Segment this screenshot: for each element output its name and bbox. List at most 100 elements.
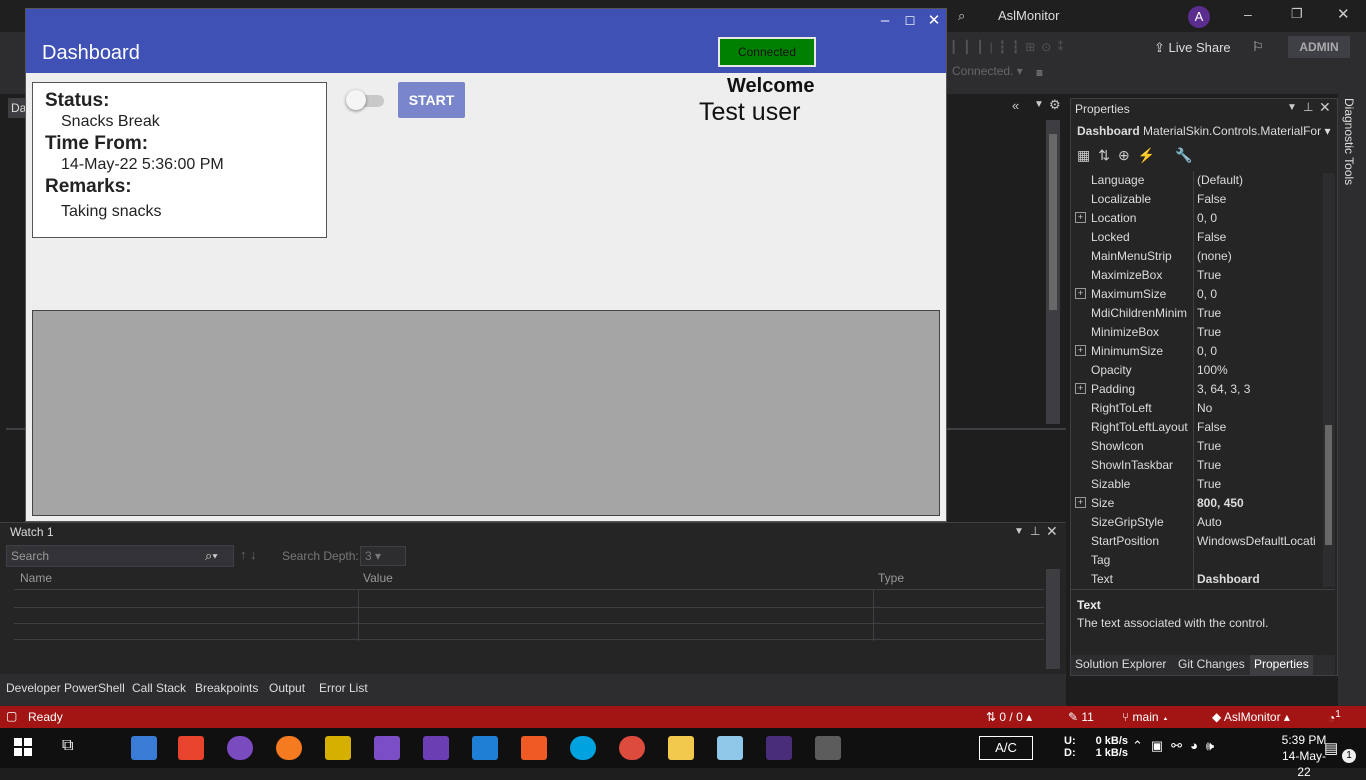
property-row[interactable]: Locked False xyxy=(1071,228,1323,247)
property-row[interactable]: MainMenuStrip (none) xyxy=(1071,247,1323,266)
dropdown-icon[interactable]: ▼ xyxy=(1034,99,1044,110)
property-value[interactable]: WindowsDefaultLocati xyxy=(1197,534,1321,548)
app-terminal-icon[interactable] xyxy=(766,736,792,760)
dash-close-icon[interactable]: ✕ xyxy=(923,11,945,31)
feedback-icon[interactable]: ⚐ xyxy=(1252,39,1264,55)
app-visual-studio-2-icon[interactable] xyxy=(423,736,449,760)
status-pencil[interactable]: ✎ 11 xyxy=(1068,710,1094,724)
property-row[interactable]: Localizable False xyxy=(1071,190,1323,209)
collapse-icon[interactable]: « xyxy=(1012,98,1019,113)
tab-diagnostic-tools[interactable]: Diagnostic Tools xyxy=(1342,98,1356,185)
status-changes[interactable]: ⇅ 0 / 0 ▴ xyxy=(986,710,1032,724)
property-value[interactable]: True xyxy=(1197,439,1321,453)
task-view-icon[interactable]: ⧉ xyxy=(62,737,73,755)
tab-output[interactable]: Output xyxy=(269,681,305,695)
property-row[interactable]: + Location 0, 0 xyxy=(1071,209,1323,228)
app-file-explorer-icon[interactable] xyxy=(668,736,694,760)
close-icon[interactable]: ✕ xyxy=(1337,5,1350,23)
tab-properties[interactable]: Properties xyxy=(1250,655,1313,675)
property-value[interactable]: True xyxy=(1197,268,1321,282)
settings-gear-icon[interactable]: ⚙ xyxy=(1049,97,1061,113)
notification-bell[interactable]: ◔1 xyxy=(1328,709,1341,725)
col-value[interactable]: Value xyxy=(363,571,393,585)
app-notes-icon[interactable] xyxy=(717,736,743,760)
minimize-icon[interactable]: – xyxy=(1244,6,1252,22)
property-value[interactable]: 3, 64, 3, 3 xyxy=(1197,382,1321,396)
properties-pin-icon[interactable]: ⊥ xyxy=(1303,100,1313,114)
property-value[interactable]: True xyxy=(1197,477,1321,491)
property-value[interactable]: True xyxy=(1197,458,1321,472)
app-chrome-icon[interactable] xyxy=(619,736,645,760)
tab-git-changes[interactable]: Git Changes xyxy=(1178,657,1245,671)
property-value[interactable]: 100% xyxy=(1197,363,1321,377)
scroll-thumb[interactable] xyxy=(1049,134,1057,310)
app-sql-icon[interactable] xyxy=(325,736,351,760)
property-value[interactable]: False xyxy=(1197,420,1321,434)
property-value[interactable]: False xyxy=(1197,192,1321,206)
property-row[interactable]: SizeGripStyle Auto xyxy=(1071,513,1323,532)
tab-breakpoints[interactable]: Breakpoints xyxy=(195,681,258,695)
expand-icon[interactable]: + xyxy=(1075,383,1086,394)
property-value[interactable]: Auto xyxy=(1197,515,1321,529)
property-row[interactable]: + MinimumSize 0, 0 xyxy=(1071,342,1323,361)
col-type[interactable]: Type xyxy=(878,571,904,585)
break-toggle[interactable] xyxy=(346,90,388,110)
toolbar-icons[interactable]: ┃┃┃|┇┇⊞⊙⁑ xyxy=(950,40,1120,54)
property-value[interactable]: True xyxy=(1197,325,1321,339)
props-scroll-thumb[interactable] xyxy=(1325,425,1332,545)
property-row[interactable]: RightToLeft No xyxy=(1071,399,1323,418)
clock[interactable]: 5:39 PM 14-May-22 xyxy=(1280,732,1328,780)
start-button[interactable]: START xyxy=(398,82,465,118)
property-row[interactable]: Language (Default) xyxy=(1071,171,1323,190)
connected-button[interactable]: Connected xyxy=(718,37,816,67)
app-window-icon[interactable] xyxy=(815,736,841,760)
watch-dropdown-icon[interactable]: ▼ xyxy=(1014,526,1024,537)
expand-icon[interactable]: + xyxy=(1075,497,1086,508)
tab-error-list[interactable]: Error List xyxy=(319,681,368,695)
restore-icon[interactable]: ❐ xyxy=(1291,6,1303,22)
user-avatar[interactable]: A xyxy=(1188,6,1210,28)
property-value[interactable]: (Default) xyxy=(1197,173,1321,187)
app-explorer-icon[interactable] xyxy=(131,736,157,760)
windows-start-icon[interactable] xyxy=(14,738,32,756)
property-value[interactable]: 0, 0 xyxy=(1197,211,1321,225)
property-value[interactable]: True xyxy=(1197,306,1321,320)
object-selector[interactable]: Dashboard MaterialSkin.Controls.Material… xyxy=(1077,124,1333,138)
connection-dropdown[interactable]: Connected. ▾ xyxy=(952,64,1023,78)
property-value[interactable]: False xyxy=(1197,230,1321,244)
property-value[interactable]: 800, 450 xyxy=(1197,496,1321,510)
search-depth-select[interactable]: 3 ▾ xyxy=(360,546,406,566)
overflow-icon[interactable]: ≡ xyxy=(1036,66,1043,80)
property-value[interactable]: 0, 0 xyxy=(1197,344,1321,358)
pin-icon[interactable]: ⊥ xyxy=(1030,524,1040,538)
app-github-icon[interactable] xyxy=(227,736,253,760)
status-repo[interactable]: ◆ AslMonitor ▴ xyxy=(1212,710,1290,724)
live-share-button[interactable]: ⇪ Live Share xyxy=(1154,40,1231,56)
app-anydesk-icon[interactable] xyxy=(178,736,204,760)
vs-search-icon[interactable]: ⌕ xyxy=(958,8,970,23)
app-postman-icon[interactable] xyxy=(276,736,302,760)
app-skype-icon[interactable] xyxy=(570,736,596,760)
find-prev-icon[interactable]: ↑ ↓ xyxy=(240,547,257,562)
expand-icon[interactable]: + xyxy=(1075,212,1086,223)
watch-scrollbar[interactable] xyxy=(1046,569,1060,669)
property-row[interactable]: + Padding 3, 64, 3, 3 xyxy=(1071,380,1323,399)
property-row[interactable]: Text Dashboard xyxy=(1071,570,1323,589)
properties-toolbar[interactable]: ▦⇅⊕⚡ 🔧 xyxy=(1077,147,1200,164)
properties-close-icon[interactable]: ✕ xyxy=(1319,99,1331,116)
app-visual-studio-icon[interactable] xyxy=(374,736,400,760)
expand-icon[interactable]: + xyxy=(1075,345,1086,356)
expand-icon[interactable]: + xyxy=(1075,288,1086,299)
tab-solution-explorer[interactable]: Solution Explorer xyxy=(1075,657,1166,671)
admin-badge[interactable]: ADMIN xyxy=(1288,36,1350,58)
properties-dropdown-icon[interactable]: ▼ xyxy=(1287,102,1297,113)
property-row[interactable]: Sizable True xyxy=(1071,475,1323,494)
editor-scrollbar[interactable] xyxy=(1046,120,1060,424)
dash-maximize-icon[interactable]: ☐ xyxy=(899,11,921,31)
app-brave-icon[interactable] xyxy=(521,736,547,760)
search-icon[interactable]: ⌕▾ xyxy=(205,548,218,564)
property-value[interactable]: Dashboard xyxy=(1197,572,1321,586)
property-row[interactable]: + MaximumSize 0, 0 xyxy=(1071,285,1323,304)
dash-minimize-icon[interactable]: – xyxy=(874,11,896,31)
tab-developer-powershell[interactable]: Developer PowerShell xyxy=(6,681,125,695)
